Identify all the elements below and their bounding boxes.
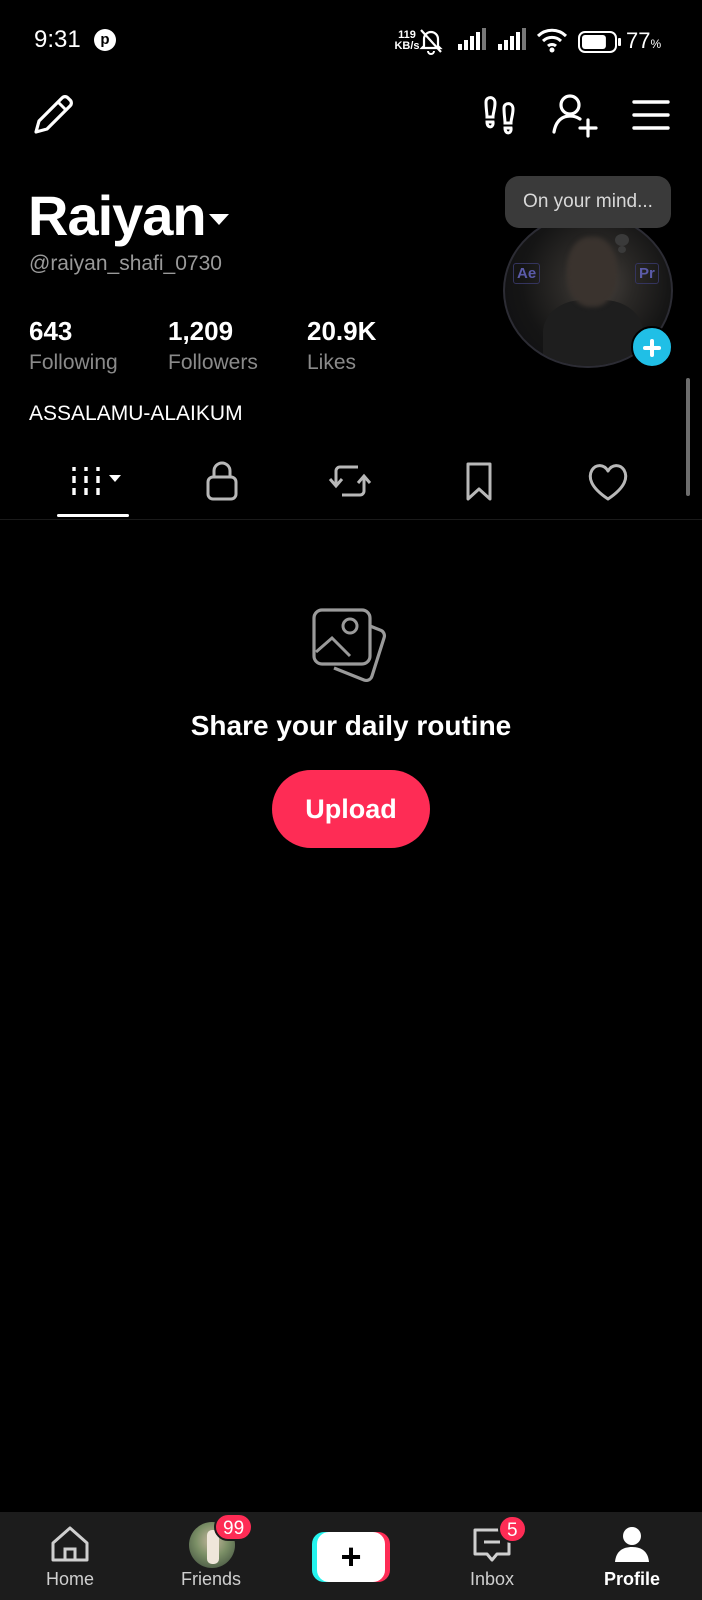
battery-percent: 77%	[626, 28, 661, 54]
active-tab-indicator	[57, 514, 129, 517]
stat-label: Followers	[168, 351, 258, 374]
menu-icon[interactable]	[626, 90, 676, 140]
stat-label: Following	[29, 351, 118, 374]
stat-label: Likes	[307, 351, 357, 374]
empty-state-title: Share your daily routine	[190, 710, 512, 741]
bookmark-icon	[466, 462, 492, 501]
status-bubble[interactable]: On your mind...	[505, 176, 671, 228]
avatar-badge-ae: Ae	[513, 263, 541, 284]
profile-handle: @raiyan_shafi_0730	[29, 252, 222, 275]
avatar-figure-body	[543, 300, 643, 366]
stat-likes[interactable]: 20.9K Likes	[307, 316, 376, 375]
nav-inbox[interactable]: 5 Inbox	[432, 1512, 552, 1600]
photos-icon	[312, 608, 387, 683]
pinterest-icon: p	[94, 29, 116, 51]
nav-label: Profile	[603, 1569, 660, 1589]
plus-icon: +	[317, 1532, 385, 1582]
repost-icon	[328, 465, 372, 497]
tab-private[interactable]	[190, 455, 254, 507]
bubble-tail	[615, 234, 629, 246]
create-button[interactable]: +	[312, 1532, 390, 1582]
heart-icon	[588, 464, 628, 501]
divider	[0, 519, 702, 520]
nav-friends[interactable]: 99 Friends	[151, 1512, 271, 1600]
status-bar: 9:31 p 119 KB/s 77%	[0, 0, 702, 84]
tab-liked[interactable]	[576, 455, 640, 507]
footprints-icon[interactable]	[476, 90, 526, 140]
stat-followers[interactable]: 1,209 Followers	[168, 316, 258, 375]
profile-bio: ASSALAMU-ALAIKUM	[29, 402, 243, 425]
nav-profile[interactable]: Profile	[572, 1512, 692, 1600]
videos-grid-icon	[72, 467, 121, 495]
avatar-figure-face	[567, 237, 617, 307]
caret-down-icon[interactable]	[208, 212, 230, 226]
bell-off-icon	[419, 29, 443, 55]
bubble-tail	[618, 246, 626, 253]
add-story-icon[interactable]	[631, 326, 673, 368]
nav-home[interactable]: Home	[10, 1512, 130, 1600]
nav-label: Home	[45, 1569, 94, 1589]
battery-icon	[578, 31, 621, 53]
add-friend-icon[interactable]	[550, 90, 600, 140]
stat-value: 1,209	[168, 316, 234, 346]
bottom-nav: Home 99 Friends + 5 Inbox Profile	[0, 1512, 702, 1600]
lock-icon	[206, 461, 238, 501]
signal-icon	[458, 28, 486, 50]
person-icon	[615, 1527, 649, 1562]
tab-reposts[interactable]	[318, 455, 382, 507]
wifi-icon	[536, 28, 568, 53]
nav-label: Friends	[180, 1569, 242, 1589]
home-icon	[51, 1526, 89, 1562]
tab-videos[interactable]	[64, 455, 128, 507]
avatar-badge-pr: Pr	[635, 263, 659, 284]
stat-value: 20.9K	[307, 316, 377, 346]
upload-button[interactable]: Upload	[272, 770, 430, 848]
scrollbar[interactable]	[686, 378, 690, 496]
signal-icon	[498, 28, 526, 50]
battery-percent-value: 77	[626, 28, 651, 53]
stat-value: 643	[29, 316, 73, 346]
stat-following[interactable]: 643 Following	[29, 316, 118, 375]
profile-name[interactable]: Raiyan	[28, 183, 207, 248]
inbox-badge: 5	[498, 1515, 527, 1543]
battery-percent-unit: %	[650, 37, 662, 51]
nav-label: Inbox	[469, 1569, 515, 1589]
friends-badge: 99	[214, 1513, 254, 1541]
pencil-icon[interactable]	[28, 90, 78, 140]
status-time: 9:31	[34, 26, 81, 53]
tab-favorites[interactable]	[447, 455, 511, 507]
